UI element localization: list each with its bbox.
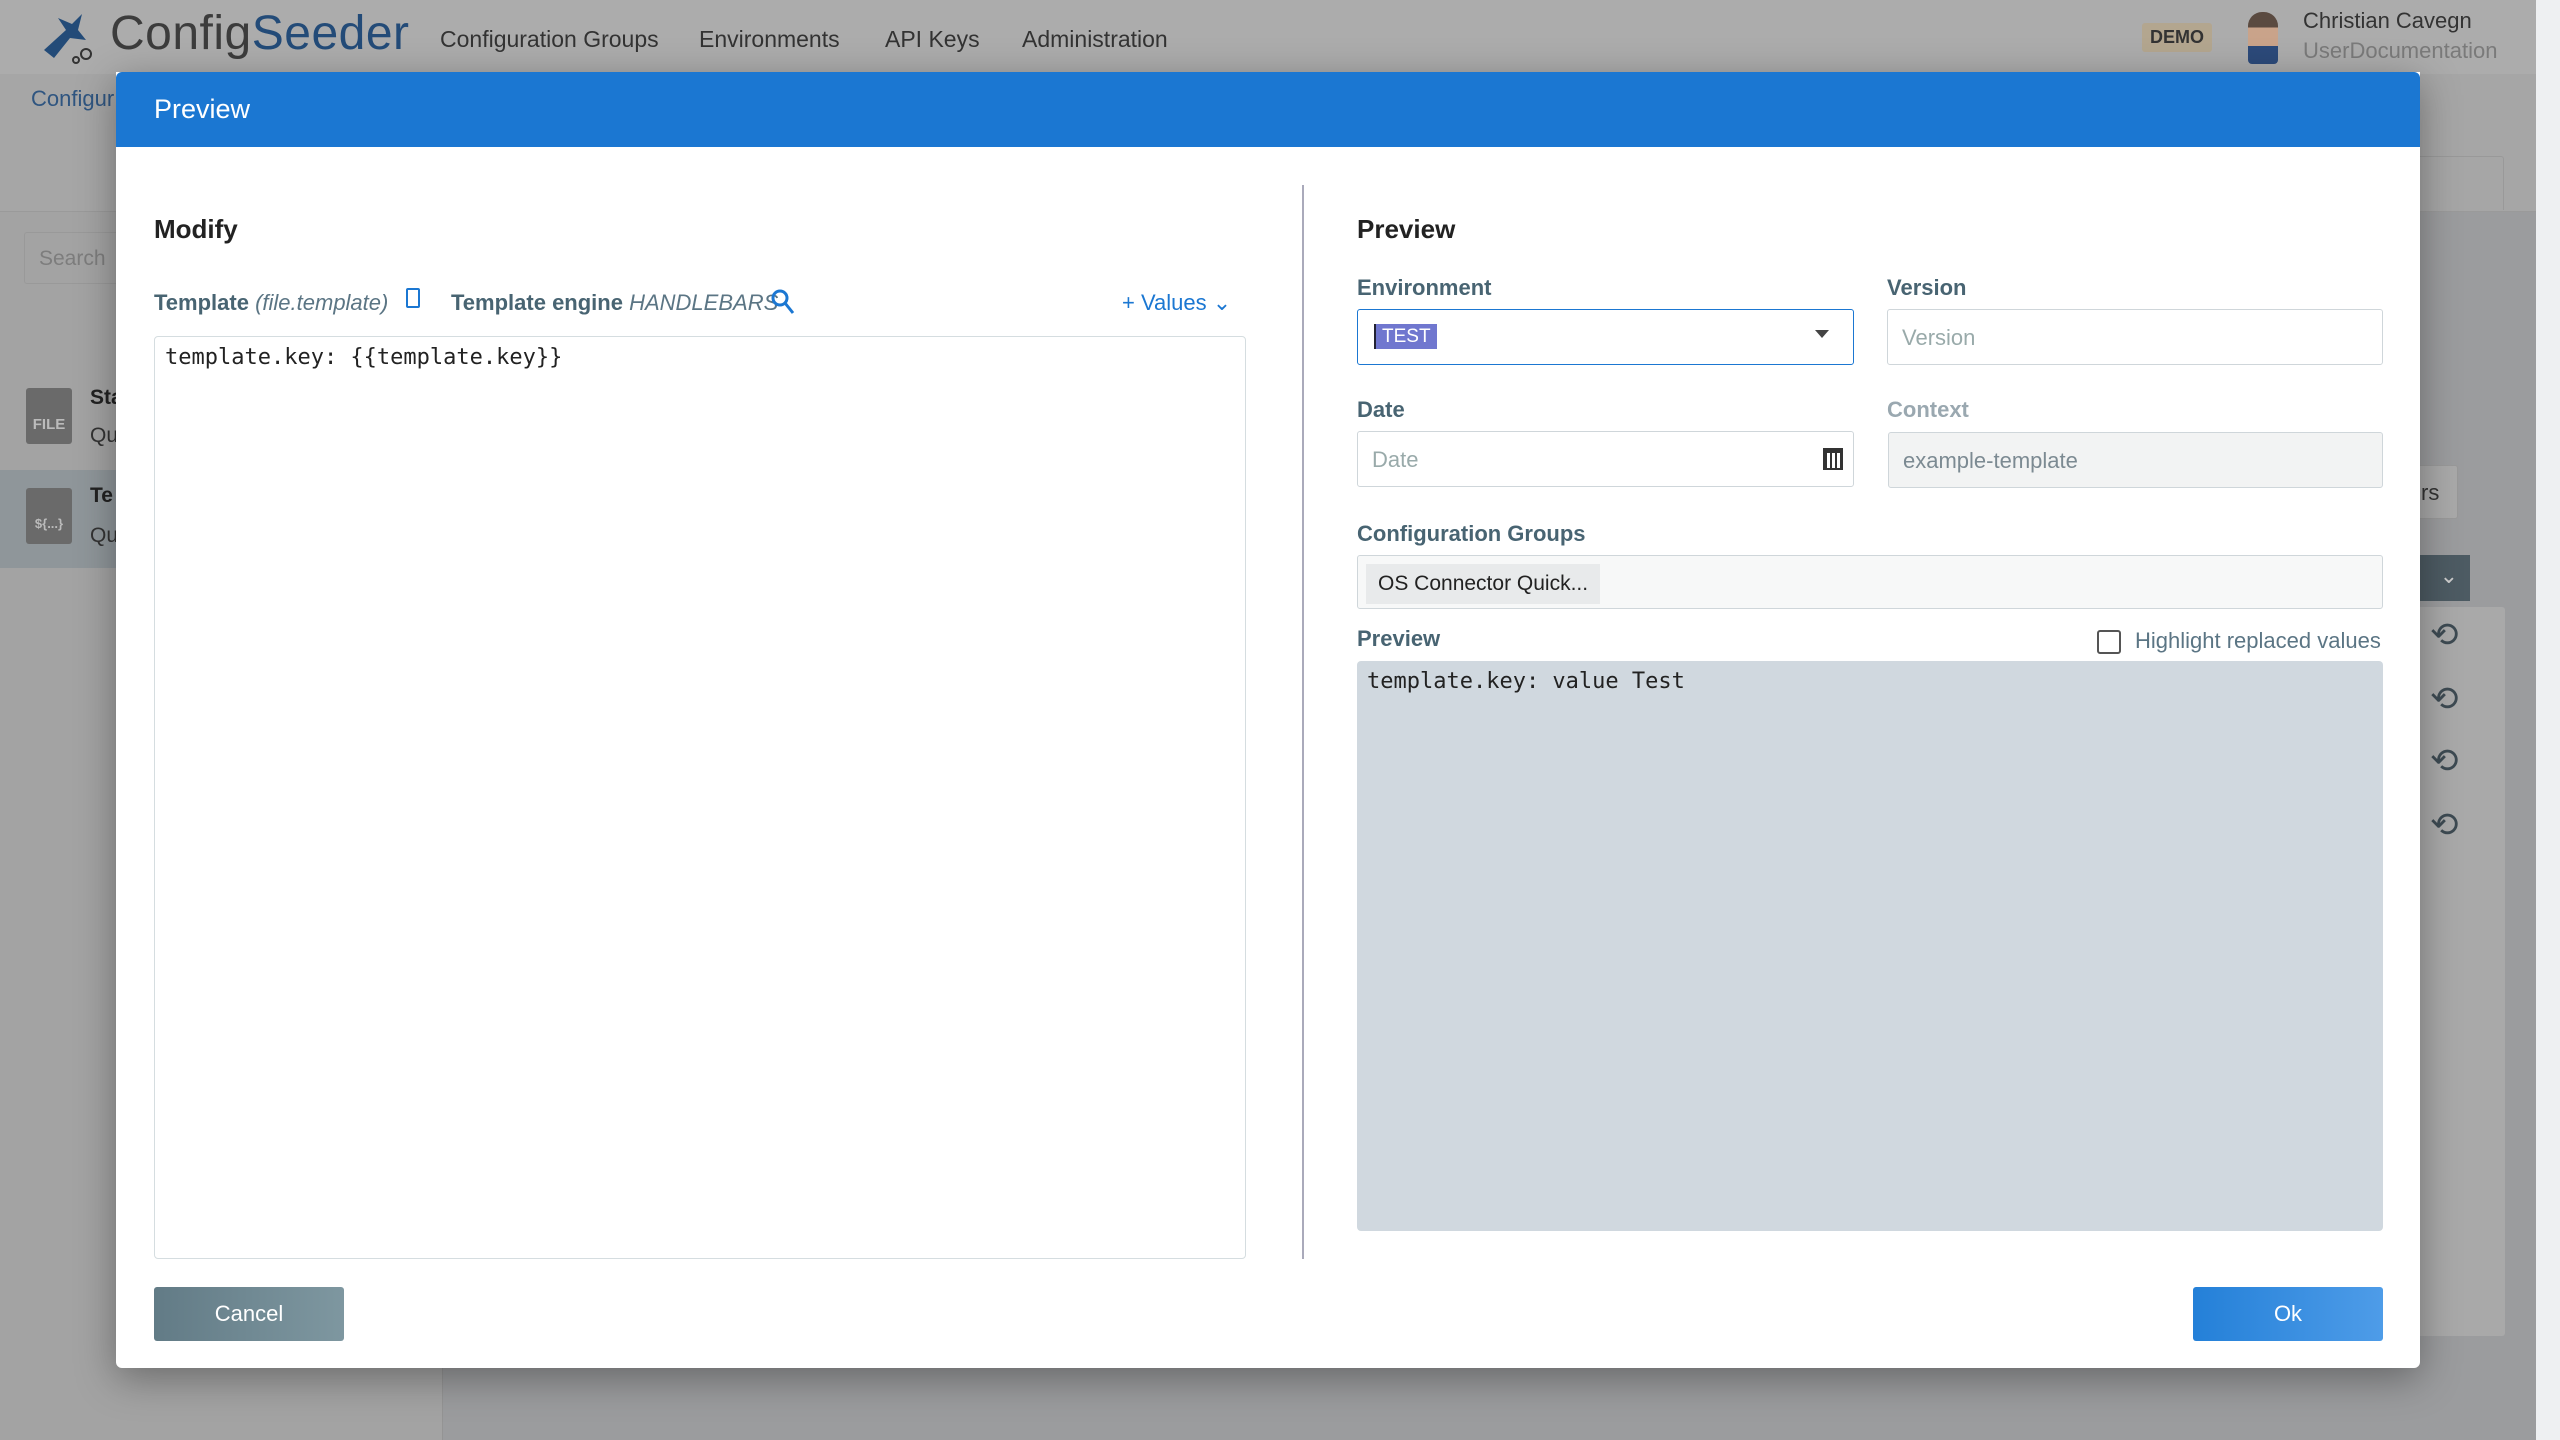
environment-select[interactable]: TEST [1357,309,1854,365]
logo-icon [44,14,92,64]
ok-button[interactable]: Ok [2193,1287,2383,1341]
history-icon[interactable]: ⟲ [2430,615,2459,655]
item-subtitle: Qu [90,424,119,447]
date-label: Date [1357,397,1405,422]
chevron-down-icon: ⌄ [1212,290,1232,315]
scrollbar[interactable] [2536,0,2560,1440]
divider [1302,185,1304,1259]
file-icon: FILE [26,388,72,444]
calendar-icon[interactable] [1823,448,1843,470]
template-label: Template (file.template) [154,290,389,315]
add-values-button[interactable]: + Values ⌄ [1122,290,1231,316]
template-filename: (file.template) [255,290,389,315]
version-label: Version [1887,275,1967,300]
dialog-header: Preview [116,72,2420,147]
environment-label: Environment [1357,275,1492,300]
nav-administration[interactable]: Administration [1022,26,1168,53]
user-org: UserDocumentation [2303,38,2498,63]
item-subtitle: Qu [90,524,119,547]
user-name[interactable]: Christian Cavegn [2303,8,2472,34]
preview-output: template.key: value Test [1357,661,2383,1231]
environment-chip: TEST [1374,324,1437,349]
configuration-groups-input[interactable]: OS Connector Quick... [1357,555,2383,609]
dialog-title: Preview [154,94,251,124]
nav-configuration-groups[interactable]: Configuration Groups [440,26,659,53]
history-icon[interactable]: ⟲ [2430,805,2459,845]
breadcrumb[interactable]: Configur [31,86,114,112]
avatar[interactable] [2248,12,2278,64]
modify-heading: Modify [154,214,238,244]
configuration-groups-label: Configuration Groups [1357,521,1586,546]
history-icon[interactable]: ⟲ [2430,679,2459,719]
context-input: example-template [1888,432,2383,488]
cancel-button[interactable]: Cancel [154,1287,344,1341]
item-title: Te [90,484,113,507]
caret-down-icon [1815,330,1829,345]
nav-environments[interactable]: Environments [699,26,840,53]
version-input[interactable]: Version [1887,309,2383,365]
template-file-icon: ${...} [26,488,72,544]
preview-label: Preview [1357,626,1441,651]
configuration-group-chip[interactable]: OS Connector Quick... [1366,564,1601,604]
demo-badge: DEMO [2142,23,2212,52]
highlight-label[interactable]: Highlight replaced values [2135,628,2381,654]
date-input[interactable]: Date [1357,431,1854,487]
search-icon[interactable] [770,288,796,316]
top-header: ConfigSeeder Configuration Groups Enviro… [0,0,2536,74]
template-engine-label: Template engine HANDLEBARS [451,290,779,315]
copy-icon[interactable] [406,288,420,308]
preview-heading: Preview [1357,214,1456,244]
template-editor[interactable]: template.key: {{template.key}} [154,336,1246,1259]
highlight-checkbox[interactable] [2097,630,2121,654]
logo-text: ConfigSeeder [110,7,410,60]
context-label: Context [1887,397,1969,422]
nav-api-keys[interactable]: API Keys [885,26,980,53]
history-icon[interactable]: ⟲ [2430,741,2459,781]
preview-dialog: Preview Modify Template (file.template) … [116,72,2420,1368]
template-engine-value: HANDLEBARS [629,290,779,315]
